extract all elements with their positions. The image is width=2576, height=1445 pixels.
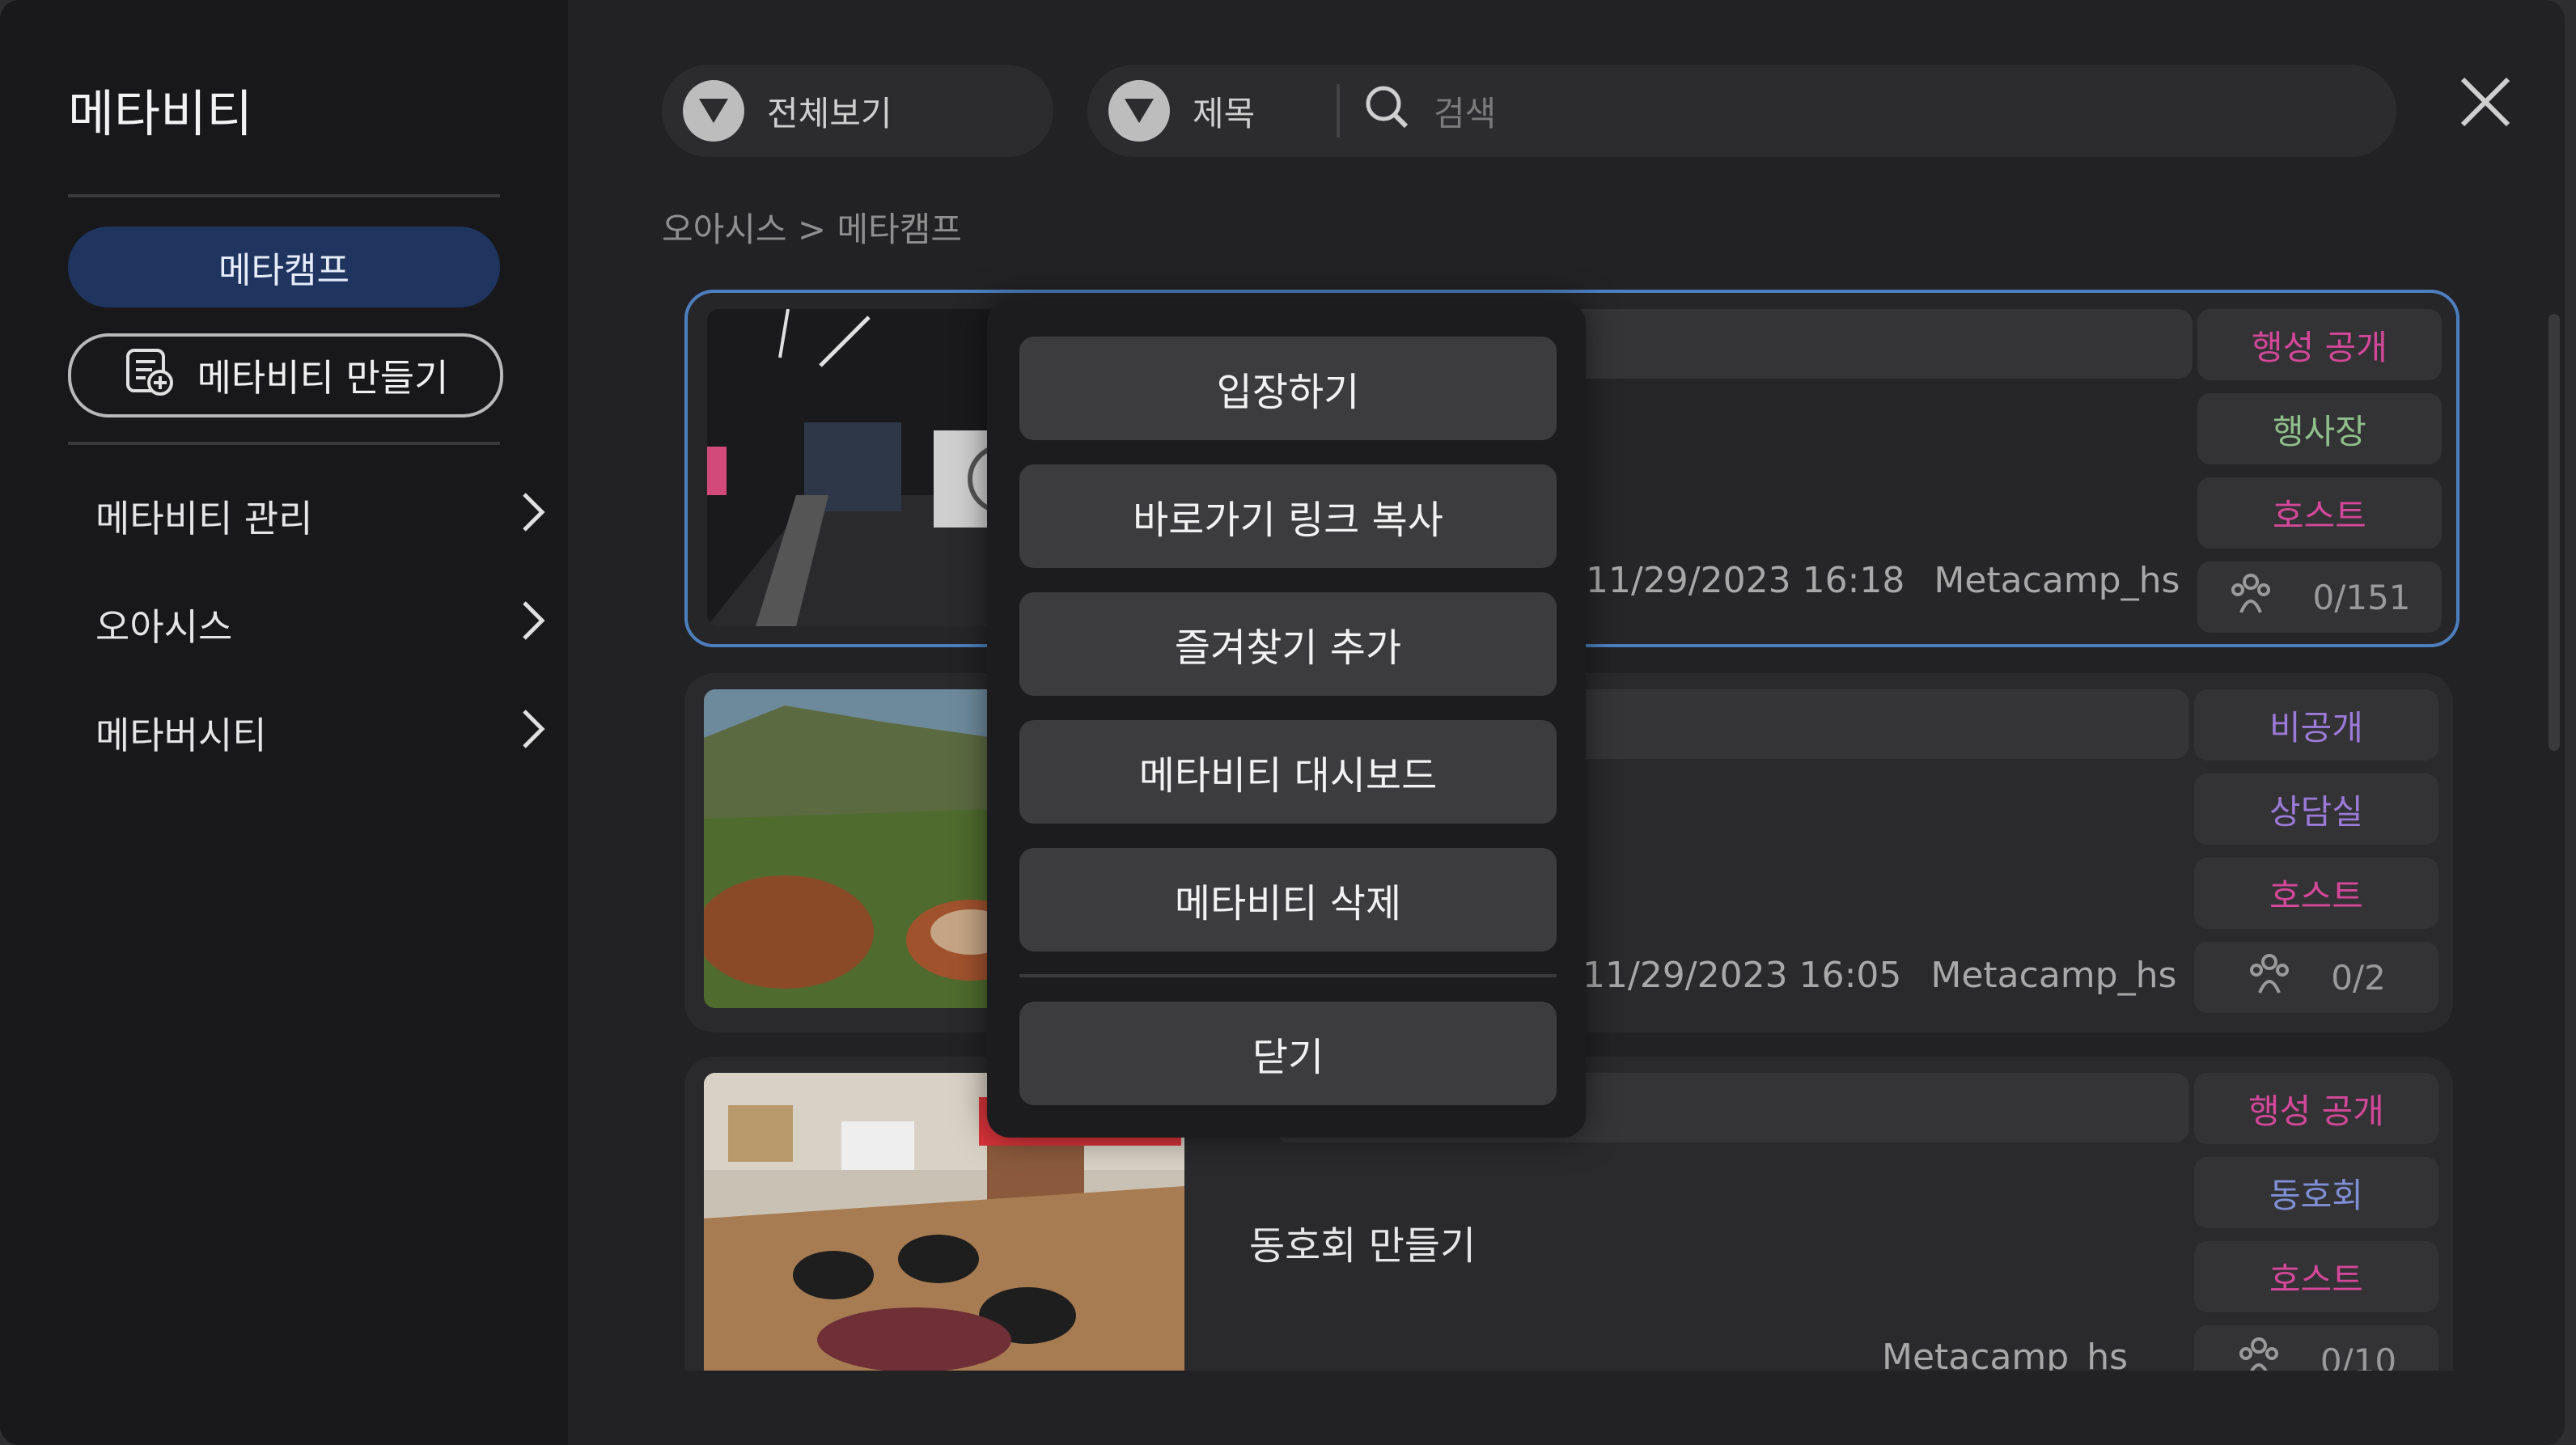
scrollbar[interactable]	[2548, 314, 2560, 751]
chevron-right-icon	[516, 705, 549, 762]
role-badge: 호스트	[2194, 1241, 2438, 1312]
card-owner: Metacamp_hs	[1934, 560, 2180, 601]
divider	[68, 442, 500, 445]
sidebar: 메타비티 메타캠프 메타비티 만들기 메타비티 관리 오아시스 메타버시티	[0, 0, 568, 1445]
close-icon[interactable]	[2456, 73, 2515, 131]
breadcrumb: 오아시스 > 메타캠프	[662, 210, 963, 249]
dropdown-icon[interactable]	[1108, 80, 1170, 142]
visibility-badge: 행성 공개	[2194, 1073, 2438, 1144]
search-input[interactable]: 검색	[1434, 87, 1496, 136]
type-badge: 상담실	[2194, 773, 2438, 845]
dashboard-button[interactable]: 메타비티 대시보드	[1019, 720, 1557, 824]
type-badge: 동호회	[2194, 1157, 2438, 1228]
filter-dropdown[interactable]: 전체보기	[662, 65, 1053, 157]
sidebar-title: 메타비티	[68, 84, 253, 143]
participant-count: 0/151	[2197, 561, 2442, 633]
card-date: 11/29/2023 16:05	[1582, 955, 1902, 996]
people-icon	[2236, 1334, 2282, 1371]
divider	[68, 194, 500, 197]
metavity-window: 메타비티 메타캠프 메타비티 만들기 메타비티 관리 오아시스 메타버시티 전체…	[0, 0, 2565, 1445]
menu-divider	[1019, 974, 1557, 977]
copy-link-button[interactable]: 바로가기 링크 복사	[1019, 464, 1557, 568]
participant-count: 0/2	[2194, 942, 2438, 1013]
sidebar-item-metaversity[interactable]: 메타버시티	[95, 701, 549, 765]
chevron-right-icon	[516, 488, 549, 545]
divider	[1337, 84, 1340, 138]
participant-count-value: 0/2	[2331, 957, 2386, 998]
create-document-icon	[123, 345, 175, 406]
sidebar-item-label: 메타버시티	[95, 714, 267, 757]
search-icon	[1362, 83, 1411, 139]
people-icon	[2228, 570, 2273, 624]
chevron-right-icon	[516, 596, 549, 654]
create-metavity-button[interactable]: 메타비티 만들기	[68, 333, 503, 417]
card-title: 동호회 만들기	[1249, 1223, 1477, 1269]
participant-count-value: 0/10	[2320, 1341, 2397, 1371]
people-icon	[2247, 951, 2292, 1004]
role-badge: 호스트	[2197, 477, 2442, 549]
close-button[interactable]: 닫기	[1019, 1002, 1557, 1105]
create-metavity-label: 메타비티 만들기	[197, 356, 449, 400]
visibility-badge: 행성 공개	[2197, 309, 2442, 380]
sidebar-item-manage[interactable]: 메타비티 관리	[95, 484, 549, 549]
add-favorite-button[interactable]: 즐겨찾기 추가	[1019, 592, 1557, 696]
sidebar-item-oasis[interactable]: 오아시스	[95, 592, 549, 657]
type-badge: 행사장	[2197, 393, 2442, 464]
role-badge: 호스트	[2194, 858, 2438, 929]
dropdown-icon	[683, 80, 744, 142]
participant-count: 0/10	[2194, 1325, 2438, 1371]
visibility-badge: 비공개	[2194, 689, 2438, 761]
sidebar-item-label: 메타비티 관리	[95, 497, 313, 540]
search-bar: 제목 검색	[1087, 65, 2396, 157]
card-date: 11/29/2023 16:18	[1586, 560, 1905, 601]
sidebar-item-label: 오아시스	[95, 605, 233, 649]
metacamp-button[interactable]: 메타캠프	[68, 227, 500, 307]
participant-count-value: 0/151	[2312, 577, 2411, 617]
enter-button[interactable]: 입장하기	[1019, 337, 1557, 440]
card-owner: Metacamp_hs	[1930, 955, 2177, 996]
delete-button[interactable]: 메타비티 삭제	[1019, 848, 1557, 951]
context-menu: 입장하기 바로가기 링크 복사 즐겨찾기 추가 메타비티 대시보드 메타비티 삭…	[987, 301, 1586, 1138]
filter-label: 전체보기	[767, 93, 892, 133]
search-field-label[interactable]: 제목	[1193, 87, 1314, 136]
card-owner: Metacamp_hs	[1882, 1337, 2129, 1371]
